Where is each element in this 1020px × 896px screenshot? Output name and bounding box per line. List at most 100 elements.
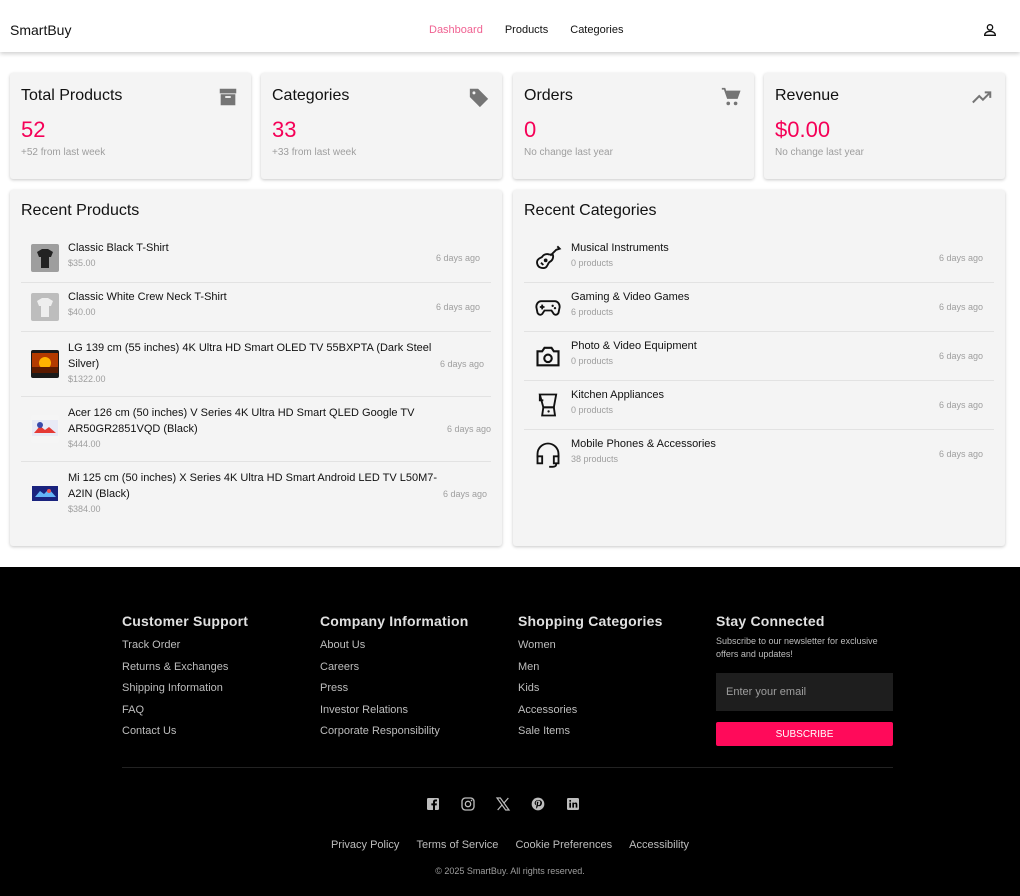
footer-link[interactable]: Track Order [122,635,248,657]
tag-icon [469,88,489,108]
nav-dashboard[interactable]: Dashboard [429,24,483,36]
legal-links: Privacy Policy Terms of Service Cookie P… [0,839,1020,851]
product-price: $1322.00 [68,374,106,384]
timestamp: 6 days ago [938,351,983,361]
pinterest-icon[interactable] [530,796,546,812]
subscribe-button[interactable]: SUBSCRIBE [716,722,893,746]
product-thumbnail [31,350,59,378]
footer-link[interactable]: FAQ [122,700,248,722]
footer-divider [122,767,893,768]
product-thumbnail [31,244,59,272]
x-icon[interactable] [495,796,511,812]
timestamp: 6 days ago [938,449,983,459]
footer-link[interactable]: Shipping Information [122,678,248,700]
list-item[interactable]: LG 139 cm (55 inches) 4K Ultra HD Smart … [21,332,491,397]
product-price: $384.00 [68,504,101,514]
blender-icon [538,393,558,417]
timestamp: 6 days ago [938,400,983,410]
headset-icon [536,442,560,468]
footer-link[interactable]: About Us [320,635,468,657]
timestamp: 6 days ago [442,489,487,499]
list-item[interactable]: Classic Black T-Shirt $35.00 6 days ago [21,234,491,283]
linkedin-icon[interactable] [565,796,581,812]
timestamp: 6 days ago [435,253,480,263]
footer-column-stay-connected: Stay Connected Subscribe to our newslett… [716,613,894,661]
legal-link-cookies[interactable]: Cookie Preferences [515,839,612,851]
footer-link[interactable]: Men [518,657,663,679]
nav-products[interactable]: Products [505,24,548,36]
stat-subtext: No change last year [775,147,864,158]
list-item[interactable]: Acer 126 cm (50 inches) V Series 4K Ultr… [21,397,491,462]
site-footer: Customer Support Track Order Returns & E… [0,567,1020,896]
category-count: 0 products [571,405,614,415]
stat-value: 52 [21,117,46,142]
archive-icon [219,88,237,106]
list-item[interactable]: Gaming & Video Games 6 products 6 days a… [524,283,994,332]
stat-subtext: +52 from last week [21,147,106,158]
row-text: Kitchen Appliances 0 products [571,387,664,417]
product-thumbnail [31,480,59,508]
row-text: Acer 126 cm (50 inches) V Series 4K Ultr… [68,405,428,451]
nav-categories[interactable]: Categories [570,24,623,36]
trending-up-icon [972,91,992,104]
footer-link[interactable]: Contact Us [122,721,248,743]
newsletter-description: Subscribe to our newsletter for exclusiv… [716,636,878,659]
footer-link[interactable]: Women [518,635,663,657]
facebook-icon[interactable] [425,796,441,812]
list-item[interactable]: Classic White Crew Neck T-Shirt $40.00 6… [21,283,491,332]
recent-categories-list: Musical Instruments 0 products 6 days ag… [524,234,994,479]
dashboard-main: Total Products 52 +52 from last week Cat… [0,52,1020,567]
stat-title: Categories [272,87,350,104]
timestamp: 6 days ago [938,253,983,263]
stat-title: Total Products [21,87,123,104]
product-price: $444.00 [68,439,101,449]
product-price: $40.00 [68,307,96,317]
stat-card-revenue: Revenue $0.00 No change last year [764,73,1005,179]
stat-card-orders: Orders 0 No change last year [513,73,754,179]
newsletter-email-input[interactable] [716,673,893,711]
row-text: Classic White Crew Neck T-Shirt $40.00 [68,289,227,319]
row-text: Mobile Phones & Accessories 38 products [571,436,716,466]
footer-link[interactable]: Press [320,678,468,700]
nav-links: Dashboard Products Categories [429,24,623,36]
recent-products-list: Classic Black T-Shirt $35.00 6 days ago … [21,234,491,527]
recent-categories-panel: Recent Categories Musical Instruments 0 … [513,190,1005,546]
panel-title: Recent Categories [524,202,657,219]
category-name: Kitchen Appliances [571,389,664,401]
row-text: Gaming & Video Games 6 products [571,289,689,319]
user-account-icon[interactable] [982,22,998,38]
recent-products-panel: Recent Products Classic Black T-Shirt $3… [10,190,502,546]
legal-link-accessibility[interactable]: Accessibility [629,839,689,851]
row-text: Musical Instruments 0 products [571,240,669,270]
product-name: Mi 125 cm (50 inches) X Series 4K Ultra … [68,472,438,500]
list-item[interactable]: Musical Instruments 0 products 6 days ag… [524,234,994,283]
timestamp: 6 days ago [435,302,480,312]
footer-link[interactable]: Kids [518,678,663,700]
brand-logo[interactable]: SmartBuy [10,22,71,38]
instagram-icon[interactable] [460,796,476,812]
footer-link[interactable]: Accessories [518,700,663,722]
list-item[interactable]: Mobile Phones & Accessories 38 products … [524,430,994,479]
product-price: $35.00 [68,258,96,268]
legal-link-terms[interactable]: Terms of Service [416,839,498,851]
list-item[interactable]: Mi 125 cm (50 inches) X Series 4K Ultra … [21,462,491,527]
list-item[interactable]: Kitchen Appliances 0 products 6 days ago [524,381,994,430]
stat-card-total-products: Total Products 52 +52 from last week [10,73,251,179]
category-count: 38 products [571,454,619,464]
footer-link[interactable]: Corporate Responsibility [320,721,468,743]
camera-icon [536,346,560,367]
footer-link[interactable]: Returns & Exchanges [122,657,248,679]
row-text: Mi 125 cm (50 inches) X Series 4K Ultra … [68,470,443,516]
footer-heading: Shopping Categories [518,613,663,629]
stat-subtext: +33 from last week [272,147,357,158]
footer-link[interactable]: Investor Relations [320,700,468,722]
category-name: Photo & Video Equipment [571,340,697,352]
legal-link-privacy[interactable]: Privacy Policy [331,839,399,851]
footer-column-shopping-categories: Shopping Categories Women Men Kids Acces… [518,613,663,743]
stat-title: Revenue [775,87,840,104]
footer-link[interactable]: Sale Items [518,721,663,743]
footer-heading: Customer Support [122,613,249,629]
list-item[interactable]: Photo & Video Equipment 0 products 6 day… [524,332,994,381]
footer-link[interactable]: Careers [320,657,468,679]
row-text: Photo & Video Equipment 0 products [571,338,697,368]
